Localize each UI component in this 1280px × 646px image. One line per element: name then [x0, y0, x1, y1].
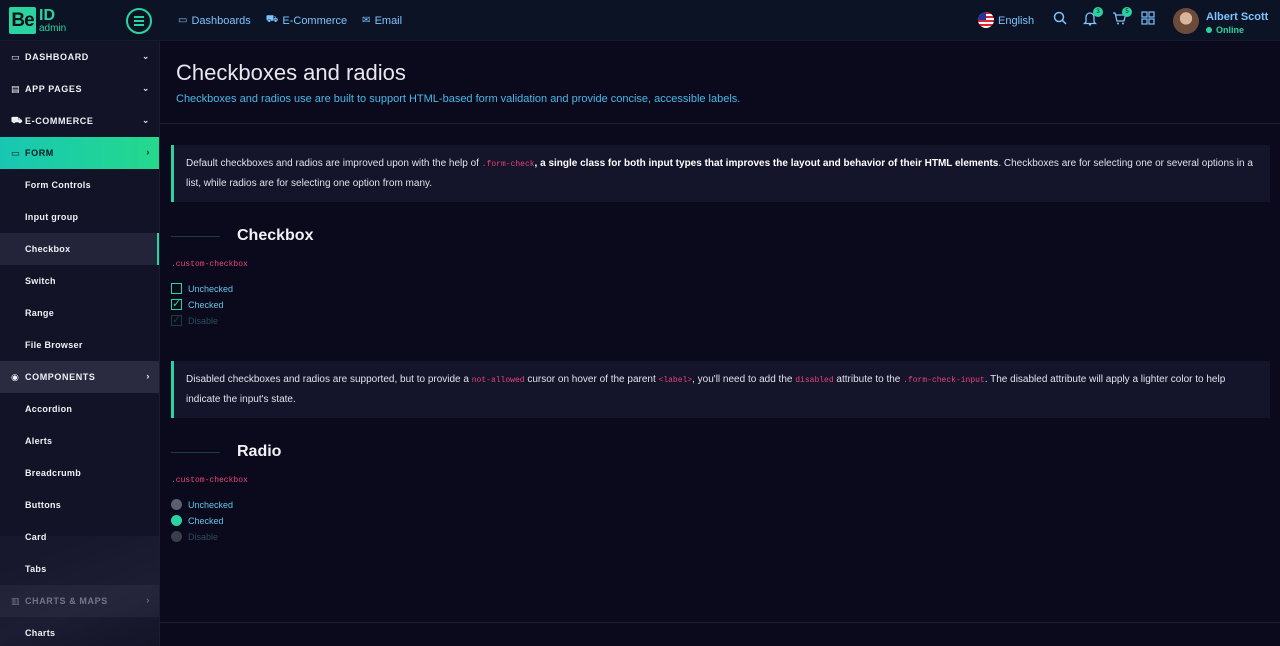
- bell-icon[interactable]: 3: [1081, 7, 1103, 29]
- sidebar-section-charts-maps[interactable]: ▥ CHARTS & MAPS ›: [0, 585, 159, 617]
- checkbox-box[interactable]: [171, 283, 182, 294]
- chevron-down-icon: ⌄: [141, 51, 150, 61]
- sidebar-item-form-controls[interactable]: Form Controls: [0, 169, 159, 201]
- chart-icon: ▥: [11, 595, 21, 606]
- sidebar-item-card[interactable]: Card: [0, 521, 159, 553]
- info-callout: Disabled checkboxes and radios are suppo…: [171, 361, 1270, 418]
- cart-badge: 5: [1122, 7, 1132, 17]
- logo-id-text: ID: [39, 6, 55, 24]
- components-icon: ◉: [11, 371, 20, 382]
- chevron-down-icon: ⌄: [141, 115, 150, 125]
- sidebar-item-input-group[interactable]: Input group: [0, 201, 159, 233]
- monitor-icon: ▭: [11, 51, 21, 62]
- checkbox-box: [171, 313, 182, 326]
- page-title: Checkboxes and radios: [176, 60, 406, 85]
- info-callout: Default checkboxes and radios are improv…: [171, 145, 1270, 202]
- radio-unchecked[interactable]: Unchecked: [171, 499, 233, 510]
- radio-heading: Radio: [171, 443, 281, 461]
- chevron-right-icon: ›: [146, 371, 150, 381]
- sidebar-section-dashboard[interactable]: ▭ DASHBOARD ⌄: [0, 41, 159, 73]
- divider: [160, 123, 1280, 124]
- chevron-right-icon: ›: [146, 147, 150, 157]
- sidebar-section-form[interactable]: ▭ FORM ›: [0, 137, 159, 169]
- chevron-down-icon: ⌄: [141, 83, 150, 93]
- main-content: Checkboxes and radios Checkboxes and rad…: [160, 41, 1280, 646]
- search-icon[interactable]: [1051, 11, 1069, 29]
- top-header: Be ID admin ▭ Dashboards ⛟ E-Commerce ✉ …: [0, 0, 1280, 41]
- cart-icon: ⛟: [265, 14, 279, 25]
- page-icon: ▤: [11, 83, 21, 94]
- sidebar-item-range[interactable]: Range: [0, 297, 159, 329]
- sidebar-section-components[interactable]: ◉ COMPONENTS ›: [0, 361, 159, 393]
- checkbox-box[interactable]: [171, 297, 182, 310]
- top-nav: ▭ Dashboards ⛟ E-Commerce ✉ Email: [178, 14, 402, 27]
- radio-circle[interactable]: [171, 515, 182, 526]
- checkbox-disabled: Disable: [171, 313, 218, 326]
- topnav-ecommerce[interactable]: ⛟ E-Commerce: [266, 14, 347, 27]
- page-subtitle: Checkboxes and radios use are built to s…: [176, 93, 741, 105]
- class-name-label: .custom-checkbox: [171, 260, 248, 269]
- topnav-dashboards[interactable]: ▭ Dashboards: [178, 14, 251, 27]
- brand-logo[interactable]: Be ID admin: [9, 7, 66, 34]
- radio-circle[interactable]: [171, 499, 182, 510]
- apps-grid-icon[interactable]: [1139, 11, 1157, 29]
- cart-icon[interactable]: 5: [1110, 7, 1132, 29]
- avatar[interactable]: [1173, 8, 1199, 34]
- sidebar-item-checkbox[interactable]: Checkbox: [0, 233, 159, 265]
- logo-mark: Be: [9, 7, 36, 34]
- checkbox-heading: Checkbox: [171, 227, 313, 245]
- class-name-label: .custom-checkbox: [171, 476, 248, 485]
- notification-badge: 3: [1093, 7, 1103, 17]
- user-status: Online: [1206, 25, 1244, 35]
- radio-disabled: Disable: [171, 531, 218, 542]
- chevron-right-icon: ›: [146, 595, 150, 605]
- sidebar-item-buttons[interactable]: Buttons: [0, 489, 159, 521]
- radio-checked[interactable]: Checked: [171, 515, 224, 526]
- radio-circle: [171, 531, 182, 542]
- sidebar-item-tabs[interactable]: Tabs: [0, 553, 159, 585]
- sidebar: ▭ DASHBOARD ⌄ ▤ APP PAGES ⌄ ⛟ E-COMMERCE…: [0, 41, 160, 646]
- checkbox-checked[interactable]: Checked: [171, 297, 224, 310]
- divider: [160, 622, 1280, 623]
- sidebar-section-ecommerce[interactable]: ⛟ E-COMMERCE ⌄: [0, 105, 159, 137]
- hamburger-menu-icon[interactable]: [126, 8, 152, 34]
- form-icon: ▭: [11, 147, 21, 158]
- topnav-email[interactable]: ✉ Email: [362, 14, 402, 27]
- sidebar-item-charts[interactable]: Charts: [0, 617, 159, 646]
- sidebar-section-app-pages[interactable]: ▤ APP PAGES ⌄: [0, 73, 159, 105]
- user-name[interactable]: Albert Scott: [1206, 11, 1268, 23]
- sidebar-item-file-browser[interactable]: File Browser: [0, 329, 159, 361]
- us-flag-icon[interactable]: [978, 12, 994, 28]
- language-selector[interactable]: English: [998, 15, 1034, 27]
- sidebar-item-breadcrumb[interactable]: Breadcrumb: [0, 457, 159, 489]
- logo-admin-text: admin: [39, 22, 67, 34]
- folder-icon: ▭: [178, 15, 188, 26]
- sidebar-item-accordion[interactable]: Accordion: [0, 393, 159, 425]
- sidebar-item-alerts[interactable]: Alerts: [0, 425, 159, 457]
- sidebar-item-switch[interactable]: Switch: [0, 265, 159, 297]
- checkbox-unchecked[interactable]: Unchecked: [171, 283, 233, 294]
- cart-icon: ⛟: [11, 115, 23, 125]
- mail-icon: ✉: [362, 15, 371, 26]
